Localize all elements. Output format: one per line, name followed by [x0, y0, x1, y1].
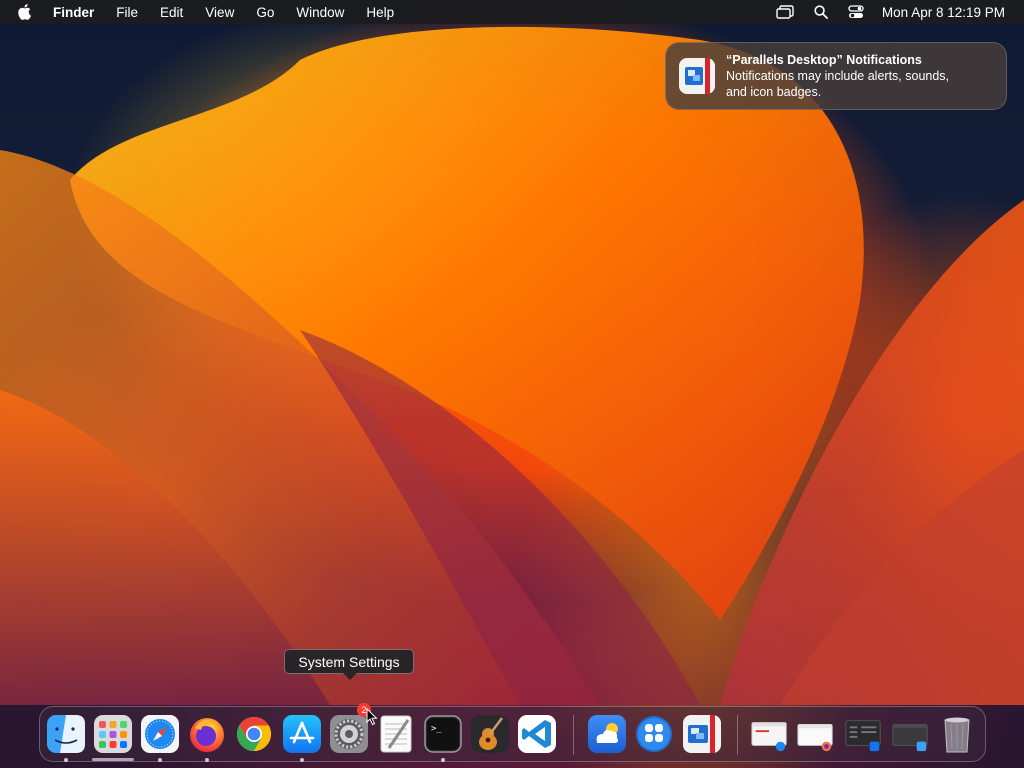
safari-icon[interactable]: [140, 714, 180, 754]
notification-body-line-2: and icon badges.: [726, 85, 822, 99]
menu-edit[interactable]: Edit: [160, 5, 183, 20]
menu-file[interactable]: File: [116, 5, 138, 20]
vscode-icon[interactable]: [517, 714, 557, 754]
apple-menu-icon[interactable]: [18, 0, 38, 24]
desktop-wallpaper: [0, 0, 1024, 768]
finder-icon[interactable]: [46, 714, 86, 754]
window-thumbnail-app-store[interactable]: [844, 714, 886, 754]
launchpad-icon[interactable]: [93, 714, 133, 754]
window-thumbnail-firefox[interactable]: [796, 714, 838, 754]
menu-window[interactable]: Window: [296, 5, 344, 20]
running-indicator: [441, 758, 445, 762]
menu-bar-status-area: Mon Apr 8 12:19 PM: [756, 5, 1005, 20]
firefox-icon[interactable]: [187, 714, 227, 754]
menu-view[interactable]: View: [205, 5, 234, 20]
dock: 2 >_: [39, 703, 986, 762]
dock-tooltip: System Settings: [284, 649, 414, 680]
running-indicator: [300, 758, 304, 762]
terminal-icon[interactable]: >_: [423, 714, 463, 754]
chrome-icon[interactable]: [234, 714, 274, 754]
running-indicator: [205, 758, 209, 762]
notification-title: “Parallels Desktop” Notifications: [726, 53, 922, 67]
garageband-icon[interactable]: [470, 714, 510, 754]
parallels-toolbox-icon[interactable]: [634, 714, 674, 754]
app-store-icon[interactable]: [282, 714, 322, 754]
mouse-cursor: [366, 707, 378, 726]
spotlight-search-icon[interactable]: [814, 5, 828, 19]
window-thumbnail-safari[interactable]: [750, 714, 792, 754]
dock-separator: [573, 715, 574, 755]
launchpad-indicator: [92, 758, 134, 761]
wallpaper-petals: [0, 26, 1024, 705]
notification-body-line-1: Notifications may include alerts, sounds…: [726, 69, 950, 83]
menu-bar: Finder File Edit View Go Window Help Mon…: [0, 0, 1024, 24]
textedit-icon[interactable]: [376, 714, 416, 754]
parallels-desktop-icon: [678, 57, 716, 95]
screen-mirroring-icon[interactable]: [776, 5, 794, 19]
window-thumbnail-finder[interactable]: [891, 714, 933, 754]
notification-text: “Parallels Desktop” Notifications Notifi…: [726, 52, 949, 100]
menu-help[interactable]: Help: [366, 5, 394, 20]
menu-go[interactable]: Go: [256, 5, 274, 20]
system-settings-icon[interactable]: [329, 714, 369, 754]
notification-banner[interactable]: “Parallels Desktop” Notifications Notifi…: [665, 42, 1007, 110]
running-indicator: [64, 758, 68, 762]
menu-app-name[interactable]: Finder: [53, 5, 94, 20]
svg-text:>_: >_: [431, 724, 442, 734]
running-indicator: [158, 758, 162, 762]
dock-separator: [737, 715, 738, 755]
parallels-desktop-icon[interactable]: [682, 714, 722, 754]
weather-icon[interactable]: [587, 714, 627, 754]
trash-icon[interactable]: [937, 714, 977, 754]
menu-bar-clock[interactable]: Mon Apr 8 12:19 PM: [882, 5, 1005, 20]
control-center-icon[interactable]: [848, 5, 864, 19]
